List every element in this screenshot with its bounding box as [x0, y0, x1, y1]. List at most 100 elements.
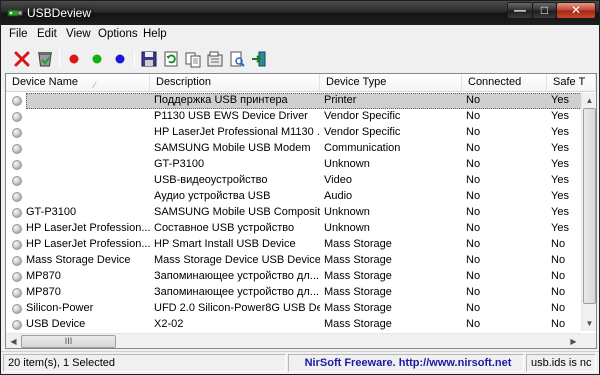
exit-icon[interactable] [250, 50, 268, 68]
column-label: Connected [468, 76, 522, 88]
nirsoft-link[interactable]: NirSoft Freeware. http://www.nirsoft.net [305, 357, 512, 369]
table-row[interactable]: USB-видеоустройство Video No Yes [6, 173, 596, 189]
scroll-right-icon[interactable]: ▶ [566, 334, 581, 348]
table-row[interactable]: Аудио устройства USB Audio No Yes [6, 189, 596, 205]
column-device-type[interactable]: Device Type [320, 74, 462, 92]
cell-device-name: HP LaserJet Profession... [26, 222, 150, 234]
column-label: Device Type [326, 76, 387, 88]
scroll-left-icon[interactable]: ◀ [6, 334, 21, 348]
cell-connected: No [466, 270, 481, 282]
cell-device-name [26, 109, 150, 125]
cell-connected: No [466, 126, 481, 138]
cell-device-name: HP LaserJet Profession... [26, 238, 150, 250]
cell-device-type: Mass Storage [324, 238, 392, 250]
cell-device-name: MP870 [26, 286, 61, 298]
cell-description: UFD 2.0 Silicon-Power8G USB De... [154, 302, 320, 314]
title-bar[interactable]: USBDeview — □ ✕ [1, 1, 599, 25]
delete-icon[interactable] [13, 50, 31, 68]
cell-device-type: Printer [324, 94, 357, 106]
cell-device-name [26, 141, 150, 157]
toolbar-separator [134, 50, 135, 68]
window-title: USBDeview [27, 6, 92, 20]
device-status-icon [12, 256, 22, 266]
cell-device-type: Video [324, 174, 352, 186]
horizontal-scroll-thumb[interactable]: III [21, 335, 116, 348]
cell-description: X2-02 [154, 318, 184, 330]
vertical-scroll-thumb[interactable] [583, 108, 596, 304]
table-row[interactable]: P1130 USB EWS Device Driver Vendor Specif… [6, 109, 596, 125]
column-safe-to-unplug[interactable]: Safe T [547, 74, 596, 92]
red-dot-icon[interactable] [65, 50, 83, 68]
maximize-button[interactable]: □ [532, 2, 557, 19]
table-row[interactable]: Поддержка USB принтера Printer No Yes [6, 93, 596, 109]
cell-device-type: Mass Storage [324, 270, 392, 282]
device-status-icon [12, 272, 22, 282]
close-button[interactable]: ✕ [556, 2, 596, 19]
column-description[interactable]: Description [150, 74, 320, 92]
cell-device-type: Unknown [324, 222, 370, 234]
table-row[interactable]: Silicon-Power UFD 2.0 Silicon-Power8G USB… [6, 301, 596, 317]
list-header: Device Name ⁄ Description Device Type Co… [6, 74, 596, 92]
table-row[interactable]: USB Device X2-02 Mass Storage No No [6, 317, 596, 333]
blue-dot-icon[interactable] [111, 50, 129, 68]
table-row[interactable]: MP870 Запоминающее устройство дл... Mass S… [6, 269, 596, 285]
table-row[interactable]: HP LaserJet Profession... Составное USB у… [6, 221, 596, 237]
table-row[interactable]: HP LaserJet Professional M1130 ... Vendor… [6, 125, 596, 141]
device-status-icon [12, 288, 22, 298]
cell-device-type: Vendor Specific [324, 126, 401, 138]
device-status-icon [12, 112, 22, 122]
column-device-name[interactable]: Device Name ⁄ [6, 74, 150, 92]
status-item-count: 20 item(s), 1 Selected [3, 354, 286, 372]
column-label: Description [156, 76, 212, 88]
status-freeware-link[interactable]: NirSoft Freeware. http://www.nirsoft.net [288, 354, 524, 372]
cell-device-name [26, 189, 150, 205]
table-row[interactable]: HP LaserJet Profession... HP Smart Instal… [6, 237, 596, 253]
uninstall-icon[interactable] [36, 50, 54, 68]
device-status-icon [12, 240, 22, 250]
cell-connected: No [466, 286, 481, 298]
scroll-up-icon[interactable]: ▲ [582, 93, 596, 108]
table-row[interactable]: GT-P3100 Unknown No Yes [6, 157, 596, 173]
cell-device-type: Mass Storage [324, 318, 392, 330]
report-icon[interactable] [228, 50, 246, 68]
cell-device-type: Mass Storage [324, 286, 392, 298]
cell-connected: No [466, 174, 481, 186]
column-connected[interactable]: Connected [462, 74, 547, 92]
scroll-down-icon[interactable]: ▼ [582, 316, 596, 331]
cell-device-type: Unknown [324, 158, 370, 170]
close-icon: ✕ [570, 3, 582, 17]
refresh-icon[interactable] [162, 50, 180, 68]
cell-connected: No [466, 238, 481, 250]
device-list[interactable]: Device Name ⁄ Description Device Type Co… [5, 73, 597, 349]
device-status-icon [12, 176, 22, 186]
menu-view[interactable]: View [66, 28, 91, 40]
cell-device-name: USB Device [26, 318, 86, 330]
menu-options[interactable]: Options [98, 28, 138, 40]
cell-device-type: Vendor Specific [324, 110, 401, 122]
cell-connected: No [466, 302, 481, 314]
device-status-icon [12, 128, 22, 138]
maximize-icon: □ [540, 3, 549, 17]
table-row[interactable]: MP870 Запоминающее устройство дл... Mass S… [6, 285, 596, 301]
menu-file[interactable]: File [9, 28, 28, 40]
vertical-scrollbar[interactable]: ▲ ▼ [581, 93, 596, 331]
copy-icon[interactable] [184, 50, 202, 68]
properties-icon[interactable] [206, 50, 224, 68]
cell-description: HP Smart Install USB Device [154, 238, 296, 250]
horizontal-scrollbar[interactable]: ◀ III ▶ [6, 333, 581, 348]
cell-device-name [26, 157, 150, 173]
save-icon[interactable] [140, 50, 158, 68]
table-row[interactable]: GT-P3100 SAMSUNG Mobile USB Composite... U… [6, 205, 596, 221]
menu-edit[interactable]: Edit [37, 28, 57, 40]
table-row[interactable]: Mass Storage Device Mass Storage Device U… [6, 253, 596, 269]
scrollbar-corner [581, 333, 596, 348]
cell-device-name: GT-P3100 [26, 206, 77, 218]
cell-device-type: Audio [324, 190, 353, 202]
table-row[interactable]: SAMSUNG Mobile USB Modem Communication No Y… [6, 141, 596, 157]
cell-device-name [26, 125, 150, 141]
menu-help[interactable]: Help [143, 28, 167, 40]
minimize-button[interactable]: — [507, 2, 533, 19]
cell-connected: No [466, 222, 481, 234]
green-dot-icon[interactable] [88, 50, 106, 68]
column-label: Safe T [553, 76, 586, 88]
